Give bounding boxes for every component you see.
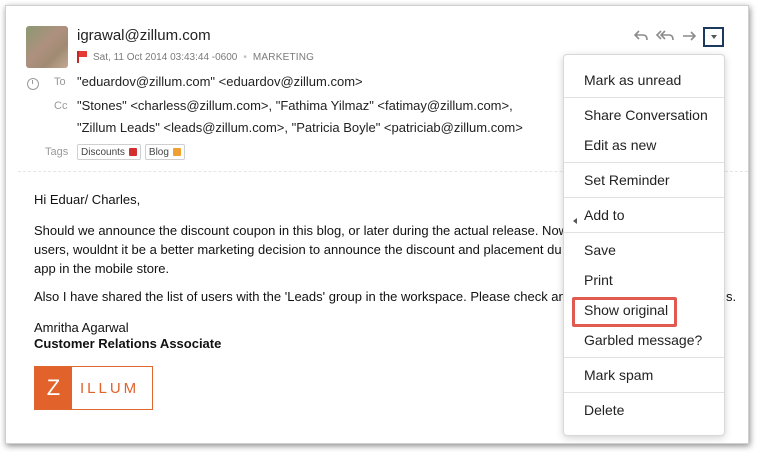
menu-divider: [564, 162, 724, 163]
menu-divider: [564, 197, 724, 198]
meta-separator: •: [243, 51, 247, 63]
sender-address[interactable]: igrawal@zillum.com: [77, 27, 211, 44]
menu-divider: [564, 392, 724, 393]
tags-label: Tags: [45, 146, 69, 158]
cc-recipients-line2[interactable]: "Zillum Leads" <leads@zillum.com>, "Patr…: [77, 120, 523, 135]
signature-name: Amritha Agarwal: [34, 320, 129, 335]
tag-discounts[interactable]: Discounts: [77, 144, 141, 160]
email-paragraph-2: Also I have shared the list of users wit…: [34, 289, 573, 304]
message-actions: [632, 27, 698, 45]
more-actions-menu: Mark as unread Share Conversation Edit a…: [563, 54, 725, 436]
avatar[interactable]: [26, 26, 68, 68]
logo-text: ILLUM: [72, 367, 152, 409]
menu-item-mark-unread[interactable]: Mark as unread: [584, 72, 681, 88]
tag-label: Blog: [148, 146, 169, 158]
submenu-arrow-icon: [573, 218, 577, 224]
email-date: Sat, 11 Oct 2014 03:43:44 -0600: [93, 51, 238, 63]
menu-item-mark-spam[interactable]: Mark spam: [584, 367, 653, 383]
menu-item-set-reminder[interactable]: Set Reminder: [584, 172, 670, 188]
more-actions-button[interactable]: [703, 27, 724, 47]
menu-item-share-conversation[interactable]: Share Conversation: [584, 107, 708, 123]
tag-color-dot: [172, 148, 181, 156]
to-recipients[interactable]: "eduardov@zillum.com" <eduardov@zillum.c…: [77, 74, 363, 89]
menu-item-edit-as-new[interactable]: Edit as new: [584, 137, 656, 153]
logo-letter: Z: [35, 367, 72, 409]
zillum-logo: Z ILLUM: [34, 366, 153, 410]
menu-item-show-original[interactable]: Show original: [584, 302, 668, 318]
flag-icon[interactable]: [77, 51, 87, 63]
signature-title: Customer Relations Associate: [34, 336, 222, 351]
tag-color-dot: [128, 148, 137, 156]
menu-item-delete[interactable]: Delete: [584, 402, 624, 418]
email-greeting: Hi Eduar/ Charles,: [34, 192, 141, 207]
menu-item-save[interactable]: Save: [584, 242, 616, 258]
menu-item-print[interactable]: Print: [584, 272, 613, 288]
email-paragraph-1-line2: users, wouldnt it be a better marketing …: [34, 242, 562, 257]
email-meta: Sat, 11 Oct 2014 03:43:44 -0600 • MARKET…: [77, 51, 314, 63]
tag-blog[interactable]: Blog: [144, 144, 185, 160]
email-paragraph-1-line3: app in the mobile store.: [34, 261, 170, 276]
email-paragraph-2-tail: s.: [726, 289, 737, 304]
chevron-down-icon: [710, 35, 717, 39]
clock-icon: [27, 78, 39, 90]
menu-item-add-to[interactable]: Add to: [584, 207, 624, 223]
cc-recipients-line1[interactable]: "Stones" <charless@zillum.com>, "Fathima…: [77, 98, 513, 113]
menu-item-garbled-message[interactable]: Garbled message?: [584, 332, 702, 348]
forward-icon[interactable]: [680, 27, 698, 45]
menu-divider: [564, 97, 724, 98]
email-paragraph-1-line1: Should we announce the discount coupon i…: [34, 223, 569, 238]
reply-icon[interactable]: [632, 27, 650, 45]
folder-label[interactable]: MARKETING: [253, 52, 314, 63]
to-label: To: [54, 76, 66, 88]
menu-divider: [564, 232, 724, 233]
tags-list: Discounts Blog: [77, 144, 189, 160]
reply-all-icon[interactable]: [656, 27, 674, 45]
email-view: igrawal@zillum.com Sat, 11 Oct 2014 03:4…: [5, 5, 749, 444]
tag-label: Discounts: [81, 146, 125, 158]
menu-divider: [564, 357, 724, 358]
cc-label: Cc: [54, 100, 68, 112]
